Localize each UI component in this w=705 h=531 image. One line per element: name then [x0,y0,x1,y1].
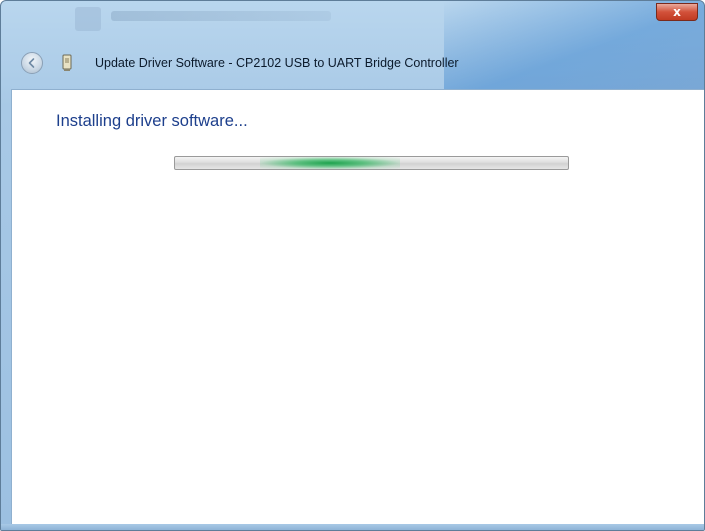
back-button[interactable] [21,52,43,74]
title-glass-reflection [111,11,331,21]
close-button[interactable]: x [656,3,698,21]
window-title: Update Driver Software - CP2102 USB to U… [95,56,459,70]
status-heading: Installing driver software... [56,112,248,130]
dialog-content: Installing driver software... [11,89,704,526]
close-icon: x [673,5,681,19]
usb-device-icon [62,54,72,71]
install-progress-bar [174,156,569,170]
window-bottom-frame [1,524,704,530]
title-glass-reflection-icon [75,7,101,31]
progress-marquee-glow [260,157,400,169]
update-driver-window: x Update Driver Software - CP2102 USB to… [0,0,705,531]
back-arrow-icon [28,58,35,68]
